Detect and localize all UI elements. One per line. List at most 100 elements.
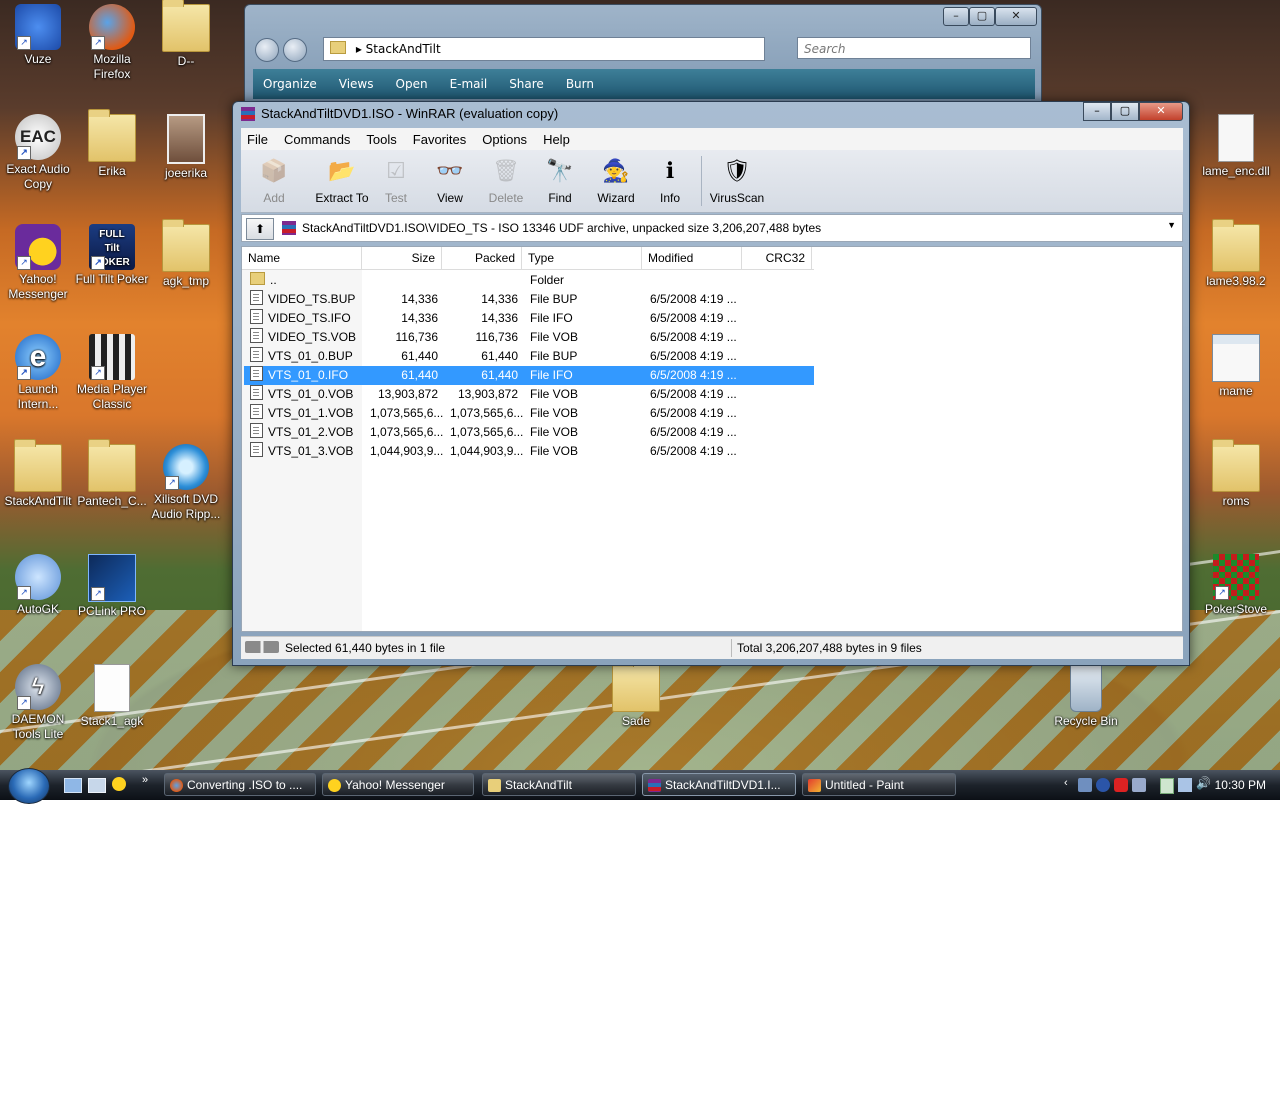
address-bar[interactable]: ▸ StackAndTilt xyxy=(323,37,765,61)
desktop-icon-d[interactable]: D-- xyxy=(148,0,224,69)
organize-button[interactable]: Organize xyxy=(263,77,317,91)
taskbar-button-paint[interactable]: Untitled - Paint xyxy=(802,773,956,796)
column-size[interactable]: Size xyxy=(362,247,442,269)
taskbar-button-converting[interactable]: Converting .ISO to .... xyxy=(164,773,316,796)
switch-windows-icon[interactable] xyxy=(88,778,106,793)
menu-help[interactable]: Help xyxy=(537,132,580,147)
desktop-icon-pokerstove[interactable]: ↗ PokerStove xyxy=(1198,552,1274,617)
menu-favorites[interactable]: Favorites xyxy=(407,132,476,147)
tray-expand-icon[interactable]: ‹ xyxy=(1064,777,1068,789)
desktop-icon-ie[interactable]: e ↗ Launch Intern... xyxy=(0,332,76,412)
extract-to-button[interactable]: 📂 Extract To xyxy=(307,154,377,205)
volume-icon[interactable]: 🔊 xyxy=(1196,776,1211,790)
minimize-button[interactable]: – xyxy=(1083,102,1111,121)
network-icon[interactable] xyxy=(1078,778,1092,792)
file-row[interactable]: VTS_01_0.VOB 13,903,872 13,903,872 File VOB… xyxy=(244,385,814,404)
daemon-icon: ϟ ↗ xyxy=(15,664,61,710)
file-row[interactable]: VIDEO_TS.VOB 116,736 116,736 File VOB 6/5/20… xyxy=(244,328,814,347)
desktop-icon-pclink[interactable]: ↗ PCLink PRO xyxy=(74,552,150,619)
file-list[interactable]: Name Size Packed Type Modified CRC32 .. F… xyxy=(241,246,1183,632)
taskbar-button-stackandtilt[interactable]: StackAndTilt xyxy=(482,773,636,796)
antivirus-icon[interactable] xyxy=(1114,778,1128,792)
find-button[interactable]: 🔭 Find xyxy=(539,154,581,205)
search-input[interactable]: Search xyxy=(797,37,1031,59)
desktop-icon-joeerika[interactable]: joeerika xyxy=(148,112,224,181)
column-crc32[interactable]: CRC32 xyxy=(742,247,812,269)
column-packed[interactable]: Packed xyxy=(442,247,522,269)
virusscan-button[interactable]: 🛡 VirusScan xyxy=(707,154,767,205)
desktop-icon-mpc[interactable]: ↗ Media Player Classic xyxy=(74,332,150,412)
desktop-icon-yahoo[interactable]: ↗ Yahoo! Messenger xyxy=(0,222,76,302)
desktop-icon-stack1agk[interactable]: Stack1_agk xyxy=(74,662,150,729)
show-desktop-icon[interactable] xyxy=(64,778,82,793)
clock[interactable]: 10:30 PM xyxy=(1215,778,1266,792)
file-modified: 6/5/2008 4:19 ... xyxy=(650,349,737,363)
email-button[interactable]: E-mail xyxy=(450,77,488,91)
file-row[interactable]: VTS_01_0.BUP 61,440 61,440 File BUP 6/5/2008… xyxy=(244,347,814,366)
desktop-icon-eac[interactable]: EAC ↗ Exact Audio Copy xyxy=(0,112,76,192)
test-button[interactable]: ☑ Test xyxy=(375,154,417,205)
info-button[interactable]: ℹ Info xyxy=(649,154,691,205)
taskbar-button-winrar[interactable]: StackAndTiltDVD1.I... xyxy=(642,773,796,796)
explorer-window[interactable]: – ▢ ✕ ▸ StackAndTilt Search Organize Vie… xyxy=(244,4,1042,106)
wizard-button[interactable]: 🧙 Wizard xyxy=(591,154,641,205)
monitor-icon[interactable] xyxy=(1178,778,1192,792)
file-row[interactable]: VTS_01_2.VOB 1,073,565,6... 1,073,565,6...… xyxy=(244,423,814,442)
menu-commands[interactable]: Commands xyxy=(278,132,360,147)
share-button[interactable]: Share xyxy=(509,77,544,91)
battery-icon[interactable] xyxy=(1160,778,1174,794)
burn-button[interactable]: Burn xyxy=(566,77,594,91)
quicklaunch-expand-icon[interactable]: » xyxy=(142,774,148,786)
file-name: VIDEO_TS.VOB xyxy=(244,328,364,347)
menu-options[interactable]: Options xyxy=(476,132,537,147)
desktop-icon-roms[interactable]: roms xyxy=(1198,439,1274,509)
column-type[interactable]: Type xyxy=(522,247,642,269)
file-row[interactable]: .. Folder xyxy=(244,271,814,290)
start-button[interactable] xyxy=(8,768,50,804)
menu-file[interactable]: File xyxy=(241,132,278,147)
desktop-icon-agktmp[interactable]: agk_tmp xyxy=(148,219,224,289)
close-button[interactable]: ✕ xyxy=(1139,102,1183,121)
add-button[interactable]: 📦 Add xyxy=(251,154,297,205)
file-row[interactable]: VIDEO_TS.IFO 14,336 14,336 File IFO 6/5/2008… xyxy=(244,309,814,328)
desktop-icon-autogk[interactable]: ↗ AutoGK xyxy=(0,552,76,617)
maximize-button[interactable]: ▢ xyxy=(969,7,995,26)
desktop-icon-mame[interactable]: mame xyxy=(1198,332,1274,399)
minimize-button[interactable]: – xyxy=(943,7,969,26)
menu-tools[interactable]: Tools xyxy=(360,132,406,147)
desktop-icon-sade[interactable]: Sade xyxy=(598,659,674,729)
chevron-down-icon[interactable]: ▼ xyxy=(1167,220,1176,230)
tray-app-icon[interactable] xyxy=(1132,778,1146,792)
up-folder-button[interactable]: ⬆ xyxy=(246,218,274,240)
file-row[interactable]: VTS_01_0.IFO 61,440 61,440 File IFO 6/5/2008… xyxy=(244,366,814,385)
desktop-icon-firefox[interactable]: ↗ Mozilla Firefox xyxy=(74,2,150,82)
desktop-icon-fulltilt[interactable]: FULL Tilt POKER ↗ Full Tilt Poker xyxy=(74,222,150,287)
column-modified[interactable]: Modified xyxy=(642,247,742,269)
yahoo-quicklaunch-icon[interactable] xyxy=(112,777,126,791)
desktop-icon-recycle-bin[interactable]: Recycle Bin xyxy=(1048,662,1124,729)
column-name[interactable]: Name xyxy=(242,247,362,269)
forward-button[interactable] xyxy=(283,38,307,62)
view-button[interactable]: 👓 View xyxy=(427,154,473,205)
security-icon[interactable] xyxy=(1096,778,1110,792)
desktop-icon-stackandtilt[interactable]: StackAndTilt xyxy=(0,439,76,509)
desktop-icon-xilisoft[interactable]: ↗ Xilisoft DVD Audio Ripp... xyxy=(148,442,224,522)
back-button[interactable] xyxy=(255,38,279,62)
taskbar-button-yahoo[interactable]: Yahoo! Messenger xyxy=(322,773,474,796)
close-button[interactable]: ✕ xyxy=(995,7,1037,26)
desktop-icon-erika[interactable]: Erika xyxy=(74,109,150,179)
desktop-icon-daemon[interactable]: ϟ ↗ DAEMON Tools Lite xyxy=(0,662,76,742)
maximize-button[interactable]: ▢ xyxy=(1111,102,1139,121)
desktop-icon-vuze[interactable]: ↗ Vuze xyxy=(0,2,76,67)
file-row[interactable]: VTS_01_3.VOB 1,044,903,9... 1,044,903,9...… xyxy=(244,442,814,461)
desktop-icon-pantech[interactable]: Pantech_C... xyxy=(74,439,150,509)
file-row[interactable]: VTS_01_1.VOB 1,073,565,6... 1,073,565,6...… xyxy=(244,404,814,423)
views-button[interactable]: Views xyxy=(339,77,374,91)
desktop-icon-lame3982[interactable]: lame3.98.2 xyxy=(1198,219,1274,289)
path-bar[interactable]: ⬆ StackAndTiltDVD1.ISO\VIDEO_TS - ISO 13… xyxy=(241,214,1183,242)
open-button[interactable]: Open xyxy=(396,77,428,91)
desktop-icon-lameenc[interactable]: lame_enc.dll xyxy=(1198,112,1274,179)
delete-button[interactable]: 🗑 Delete xyxy=(483,154,529,205)
file-row[interactable]: VIDEO_TS.BUP 14,336 14,336 File BUP 6/5/2008… xyxy=(244,290,814,309)
winrar-window[interactable]: StackAndTiltDVD1.ISO - WinRAR (evaluatio… xyxy=(232,101,1190,666)
